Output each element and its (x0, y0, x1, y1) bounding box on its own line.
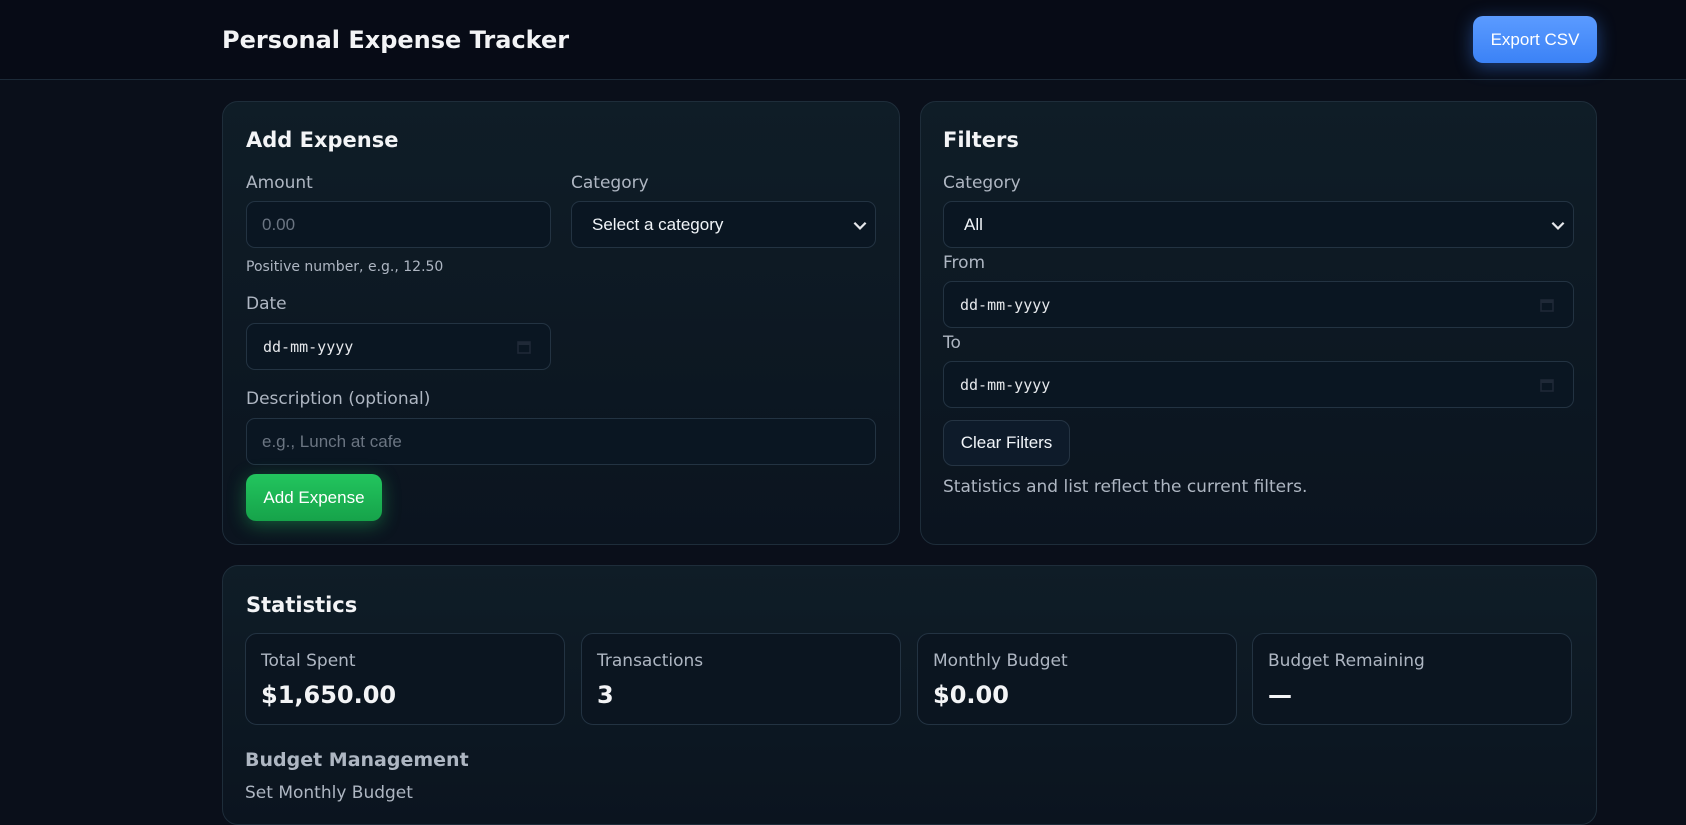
amount-hint: Positive number, e.g., 12.50 (246, 259, 444, 275)
statistics-title: Statistics (246, 593, 358, 617)
filter-category-value: All (964, 215, 983, 234)
calendar-icon[interactable] (1539, 377, 1555, 393)
set-budget-label: Set Monthly Budget (245, 783, 413, 803)
chevron-down-icon (853, 221, 867, 230)
add-expense-button[interactable]: Add Expense (246, 474, 382, 521)
add-expense-title: Add Expense (246, 128, 399, 152)
stat-card-budget-remaining: Budget Remaining — (1252, 633, 1572, 725)
to-label: To (943, 333, 961, 353)
stat-label: Total Spent (261, 651, 356, 671)
amount-placeholder: 0.00 (262, 215, 296, 234)
stat-card-total-spent: Total Spent $1,650.00 (245, 633, 565, 725)
from-date-placeholder: dd-mm-yyyy (960, 296, 1051, 314)
chevron-down-icon (1551, 221, 1565, 230)
filter-category-label: Category (943, 173, 1021, 193)
app-header: Personal Expense Tracker Export CSV (0, 0, 1686, 80)
stat-card-transactions: Transactions 3 (581, 633, 901, 725)
stat-value: 3 (597, 681, 614, 709)
description-placeholder: e.g., Lunch at cafe (262, 432, 402, 451)
stat-label: Monthly Budget (933, 651, 1068, 671)
amount-label: Amount (246, 173, 313, 193)
description-label: Description (optional) (246, 389, 431, 409)
stat-card-monthly-budget: Monthly Budget $0.00 (917, 633, 1237, 725)
calendar-icon[interactable] (1539, 297, 1555, 313)
calendar-icon[interactable] (516, 339, 532, 355)
category-select[interactable]: Select a category (571, 201, 876, 248)
amount-input[interactable]: 0.00 (246, 201, 551, 248)
date-input[interactable]: dd-mm-yyyy (246, 323, 551, 370)
date-placeholder: dd-mm-yyyy (263, 338, 354, 356)
filter-category-select[interactable]: All (943, 201, 1574, 248)
filters-note: Statistics and list reflect the current … (943, 477, 1308, 497)
clear-filters-button[interactable]: Clear Filters (943, 420, 1070, 466)
export-csv-button[interactable]: Export CSV (1473, 16, 1597, 63)
to-date-placeholder: dd-mm-yyyy (960, 376, 1051, 394)
from-label: From (943, 253, 986, 273)
filters-title: Filters (943, 128, 1019, 152)
stat-label: Transactions (597, 651, 704, 671)
stat-value: $1,650.00 (261, 681, 397, 709)
stat-value: — (1268, 681, 1292, 709)
from-date-input[interactable]: dd-mm-yyyy (943, 281, 1574, 328)
date-label: Date (246, 294, 287, 314)
category-select-value: Select a category (592, 215, 724, 234)
to-date-input[interactable]: dd-mm-yyyy (943, 361, 1574, 408)
stat-value: $0.00 (933, 681, 1009, 709)
stat-label: Budget Remaining (1268, 651, 1425, 671)
app-title: Personal Expense Tracker (222, 26, 570, 54)
budget-management-heading: Budget Management (245, 749, 469, 771)
category-label: Category (571, 173, 649, 193)
description-input[interactable]: e.g., Lunch at cafe (246, 418, 876, 465)
